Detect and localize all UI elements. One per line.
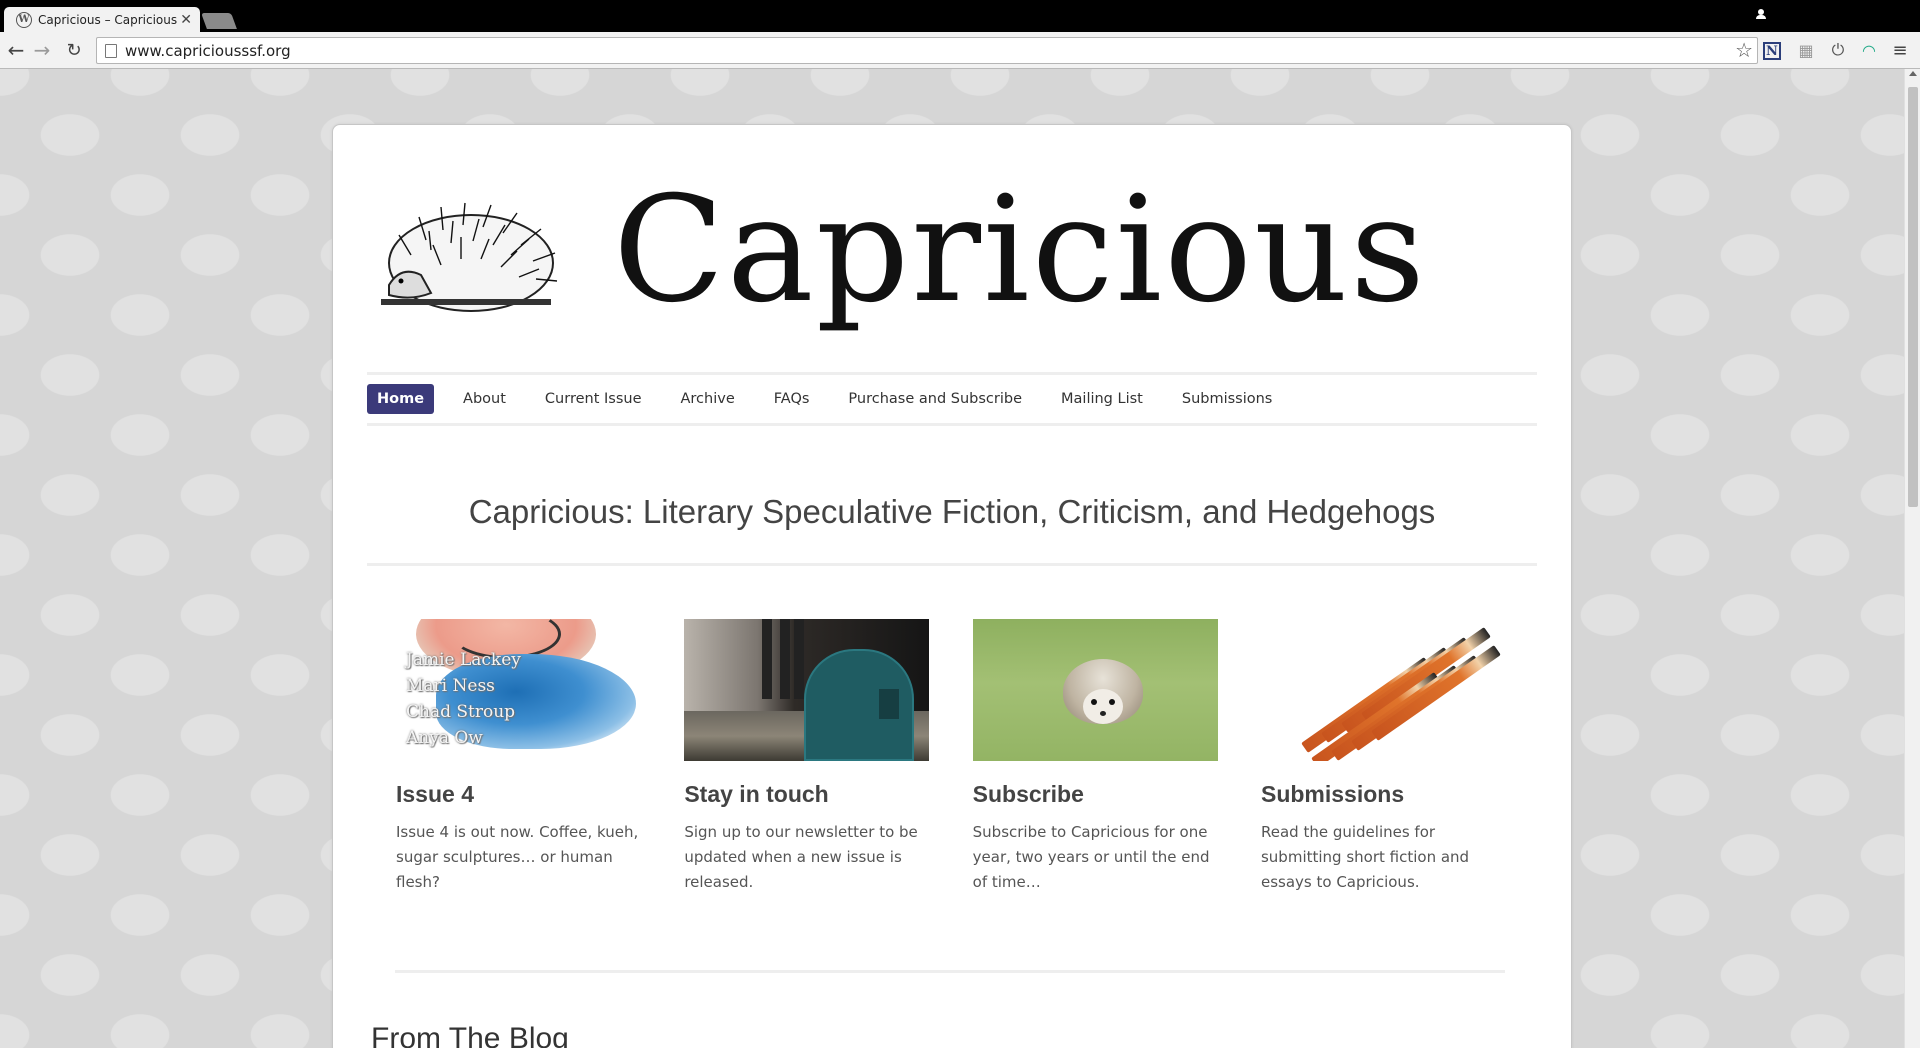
feature-text: Issue 4 is out now. Coffee, kueh, sugar … bbox=[396, 823, 639, 891]
feature-title[interactable]: Subscribe bbox=[973, 781, 1218, 808]
url-text[interactable]: www.capriciousssf.org bbox=[125, 42, 291, 60]
nav-purchase-subscribe[interactable]: Purchase and Subscribe bbox=[838, 384, 1032, 414]
power-icon[interactable]: ⏻ bbox=[1827, 40, 1849, 60]
nav-submissions[interactable]: Submissions bbox=[1172, 384, 1283, 414]
site-title[interactable]: Capricious bbox=[613, 177, 1427, 323]
feature-grid: Jamie Lackey Mari Ness Chad Stroup Anya … bbox=[396, 619, 1506, 895]
browser-toolbar: ← → ↻ www.capriciousssf.org ☆ N ▦ ⏻ ◠ ≡ bbox=[0, 32, 1920, 69]
reload-icon[interactable]: ↻ bbox=[62, 38, 86, 62]
feature-subscribe: Subscribe Subscribe to Capricious for on… bbox=[972, 619, 1218, 895]
feature-title[interactable]: Submissions bbox=[1261, 781, 1506, 808]
page-viewport: Capricious Home About Current Issue Arch… bbox=[0, 69, 1904, 1048]
forward-icon[interactable]: → bbox=[30, 38, 54, 62]
address-bar[interactable]: www.capriciousssf.org ☆ bbox=[96, 37, 1758, 64]
hedgehog-photo[interactable] bbox=[972, 619, 1218, 761]
menu-icon[interactable]: ≡ bbox=[1889, 40, 1911, 61]
scroll-up-arrow-icon[interactable] bbox=[1909, 71, 1917, 76]
nav-mailing-list[interactable]: Mailing List bbox=[1051, 384, 1153, 414]
nav-home[interactable]: Home bbox=[367, 384, 435, 414]
feature-title[interactable]: Issue 4 bbox=[396, 781, 641, 808]
issue-author-names: Jamie Lackey Mari Ness Chad Stroup Anya … bbox=[406, 650, 521, 748]
n-icon[interactable]: N bbox=[1763, 42, 1781, 60]
tab-title: Capricious – Capricious bbox=[38, 12, 178, 27]
feature-text: Sign up to our newsletter to be updated … bbox=[684, 823, 918, 891]
feature-text: Subscribe to Capricious for one year, tw… bbox=[972, 823, 1210, 891]
nav-faqs[interactable]: FAQs bbox=[764, 384, 820, 414]
nav-archive[interactable]: Archive bbox=[671, 384, 745, 414]
mailbox-image[interactable] bbox=[684, 619, 930, 761]
wordpress-icon: W bbox=[16, 11, 32, 28]
feature-text: Read the guidelines for submitting short… bbox=[1260, 823, 1470, 891]
new-tab-button[interactable] bbox=[201, 13, 237, 29]
feature-issue: Jamie Lackey Mari Ness Chad Stroup Anya … bbox=[396, 619, 641, 895]
feature-stay-in-touch: Stay in touch Sign up to our newsletter … bbox=[684, 619, 930, 895]
blog-heading: From The Blog bbox=[371, 1022, 569, 1048]
page-tagline: Capricious: Literary Speculative Fiction… bbox=[468, 493, 1436, 530]
feature-submissions: Submissions Read the guidelines for subm… bbox=[1260, 619, 1506, 895]
grid-icon[interactable]: ▦ bbox=[1795, 40, 1817, 60]
scroll-thumb[interactable] bbox=[1908, 87, 1918, 507]
pencils-image[interactable] bbox=[1260, 619, 1506, 761]
main-navigation: Home About Current Issue Archive FAQs Pu… bbox=[367, 372, 1537, 426]
back-icon[interactable]: ← bbox=[4, 38, 28, 62]
page-icon bbox=[105, 43, 117, 58]
close-tab-icon[interactable]: ✕ bbox=[180, 12, 192, 28]
hedgehog-logo[interactable] bbox=[371, 195, 561, 317]
arc-icon[interactable]: ◠ bbox=[1858, 40, 1880, 60]
feature-title[interactable]: Stay in touch bbox=[684, 781, 929, 808]
issue-cover-image[interactable]: Jamie Lackey Mari Ness Chad Stroup Anya … bbox=[396, 619, 641, 761]
bookmark-star-icon[interactable]: ☆ bbox=[1735, 38, 1753, 63]
divider bbox=[395, 970, 1505, 973]
tab-strip: W Capricious – Capricious ✕ bbox=[0, 0, 1920, 32]
profile-icon[interactable] bbox=[1755, 9, 1767, 21]
divider bbox=[367, 563, 1537, 566]
content-card: Capricious Home About Current Issue Arch… bbox=[332, 124, 1572, 1048]
nav-about[interactable]: About bbox=[453, 384, 516, 414]
scrollbar[interactable] bbox=[1904, 69, 1920, 1048]
browser-tab[interactable]: W Capricious – Capricious ✕ bbox=[4, 7, 200, 32]
nav-current-issue[interactable]: Current Issue bbox=[535, 384, 652, 414]
